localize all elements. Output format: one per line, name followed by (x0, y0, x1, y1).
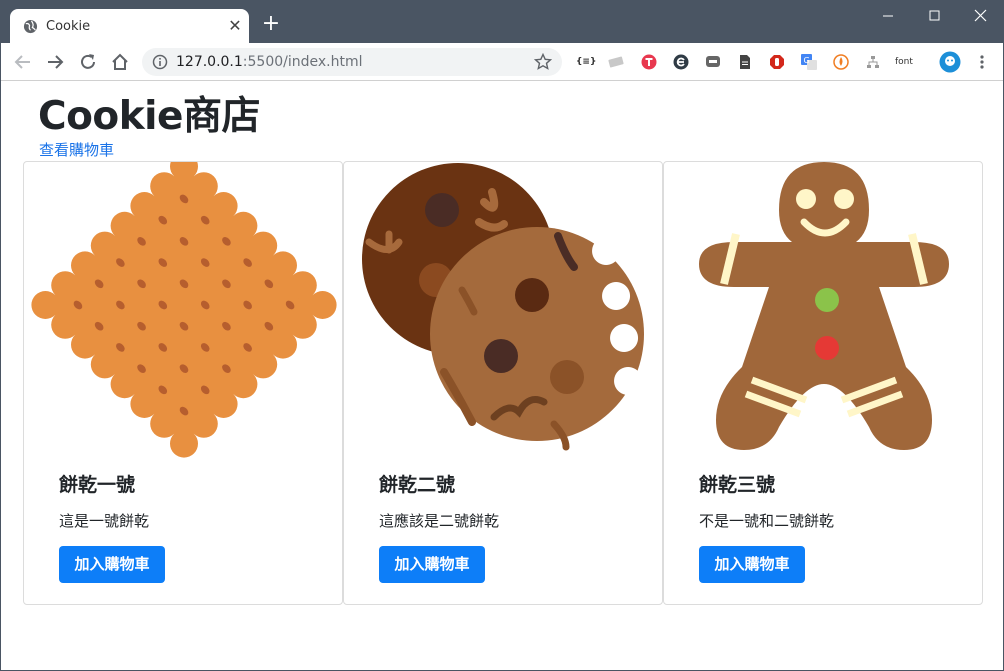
add-to-cart-button[interactable]: 加入購物車 (699, 546, 805, 583)
back-icon[interactable] (13, 52, 33, 72)
browser-toolbar: 127.0.0.1:5500/index.html {≡} G font (1, 43, 1003, 81)
font-extension-icon[interactable]: font (895, 57, 919, 73)
translate-extension-icon[interactable]: G (801, 54, 817, 70)
product-title: 餅乾二號 (379, 474, 456, 496)
product-description: 不是一號和二號餅乾 (699, 512, 835, 530)
info-icon[interactable] (152, 54, 168, 70)
svg-text:G: G (804, 56, 810, 65)
add-to-cart-button[interactable]: 加入購物車 (379, 546, 485, 583)
product-description: 這應該是二號餅乾 (379, 512, 500, 530)
avatar[interactable] (939, 51, 961, 73)
forward-icon[interactable] (45, 52, 65, 72)
sitemap-extension-icon[interactable] (865, 54, 881, 70)
bookmark-star-icon[interactable] (534, 53, 552, 71)
menu-kebab-icon[interactable] (974, 54, 990, 70)
title-bar: Cookie ✕ + (1, 1, 1003, 43)
globe-icon (23, 19, 38, 34)
cracker-icon (31, 162, 337, 458)
t-extension-icon[interactable] (641, 54, 657, 70)
gingerbread-man-icon (699, 162, 949, 450)
close-window-icon[interactable] (957, 3, 1003, 29)
url-host: 127.0.0.1 (176, 54, 243, 70)
address-bar[interactable]: 127.0.0.1:5500/index.html (142, 48, 562, 76)
product-card: 餅乾一號 這是一號餅乾 加入購物車 (23, 161, 343, 605)
product-title: 餅乾一號 (59, 474, 136, 496)
flame-extension-icon[interactable] (833, 54, 849, 70)
home-icon[interactable] (110, 52, 130, 72)
new-tab-button[interactable]: + (260, 13, 282, 35)
product-description: 這是一號餅乾 (59, 512, 150, 530)
maximize-icon[interactable] (911, 3, 957, 29)
page-content: Cookie商店 查看購物車 餅乾一號 這是一號餅乾 加入購物車 餅乾二號 這應… (1, 82, 1003, 670)
ticket-extension-icon[interactable] (608, 54, 624, 70)
chocolate-cookie-icon (362, 163, 644, 451)
document-extension-icon[interactable] (737, 54, 753, 70)
url-path: :5500/index.html (242, 54, 363, 70)
tab-close-icon[interactable]: ✕ (226, 17, 244, 35)
minimize-icon[interactable] (865, 3, 911, 29)
tab-title: Cookie (46, 19, 91, 34)
product-title: 餅乾三號 (699, 474, 776, 496)
stop-hand-extension-icon[interactable] (769, 54, 785, 70)
reload-icon[interactable] (78, 52, 98, 72)
browser-tab[interactable]: Cookie ✕ (10, 9, 249, 43)
product-card: 餅乾三號 不是一號和二號餅乾 加入購物車 (663, 161, 983, 605)
url-text: 127.0.0.1:5500/index.html (176, 54, 363, 70)
page-title: Cookie商店 (38, 94, 260, 139)
product-card: 餅乾二號 這應該是二號餅乾 加入購物車 (343, 161, 663, 605)
browser-window: Cookie ✕ + 127.0.0.1:5500/index.html {≡}… (0, 0, 1004, 671)
add-to-cart-button[interactable]: 加入購物車 (59, 546, 165, 583)
view-cart-link[interactable]: 查看購物車 (39, 139, 114, 160)
json-extension-icon[interactable]: {≡} (576, 57, 596, 73)
e-extension-icon[interactable] (673, 54, 689, 70)
chat-extension-icon[interactable] (705, 54, 721, 70)
